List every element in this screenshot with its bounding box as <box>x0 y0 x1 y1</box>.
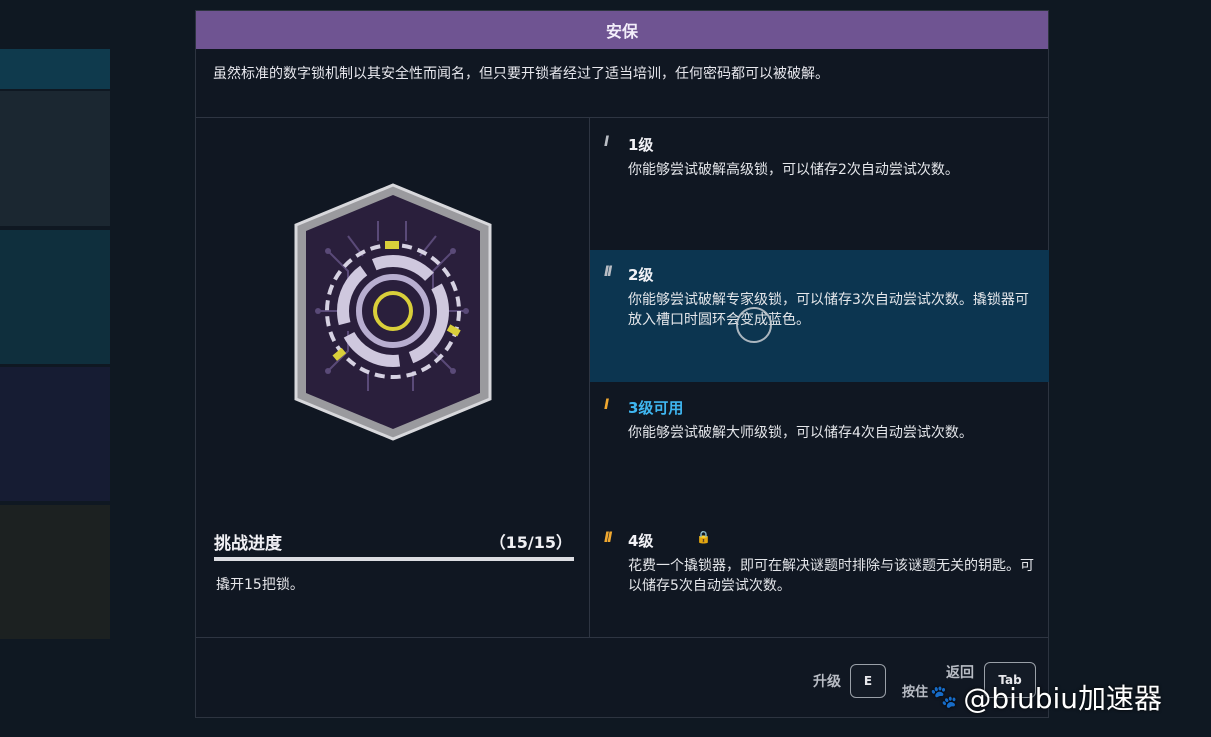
challenge-progress-title: 挑战进度 <box>214 534 282 554</box>
tier-title: 3级可用 <box>628 399 684 417</box>
side-tile-4[interactable] <box>0 367 110 501</box>
tier-list: I 1级 你能够尝试破解高级锁，可以储存2次自动尝试次数。 II 2级 你能够尝… <box>590 118 1049 637</box>
watermark: 🐾 @biubiu加速器 <box>930 677 1162 717</box>
upgrade-label: 升级 <box>813 674 841 690</box>
paw-icon: 🐾 <box>930 684 958 710</box>
tier-title: 4级 <box>628 532 654 550</box>
side-tile-3[interactable] <box>0 230 110 364</box>
tier-rank-icon: I <box>604 397 609 413</box>
tier-1[interactable]: I 1级 你能够尝试破解高级锁，可以储存2次自动尝试次数。 <box>590 118 1049 249</box>
lockpick-badge-icon <box>288 181 498 447</box>
challenge-progress-description: 撬开15把锁。 <box>216 577 304 593</box>
hold-label: 按住 <box>902 685 929 700</box>
tier-description: 你能够尝试破解大师级锁，可以储存4次自动尝试次数。 <box>628 425 973 441</box>
lock-icon: 🔒 <box>696 530 711 544</box>
tier-3[interactable]: I 3级可用 你能够尝试破解大师级锁，可以储存4次自动尝试次数。 <box>590 383 1049 515</box>
tier-4[interactable]: II 4级 🔒 花费一个撬锁器，即可在解决谜题时排除与该谜题无关的钥匙。可以储存… <box>590 516 1049 637</box>
divider <box>196 637 1048 638</box>
tier-title: 1级 <box>628 136 654 154</box>
watermark-text: @biubiu加速器 <box>963 682 1163 715</box>
challenge-progress-count: （15/15） <box>489 533 572 552</box>
tier-description: 你能够尝试破解专家级锁，可以储存3次自动尝试次数。撬锁器可放入槽口时圆环会变成蓝… <box>628 292 1029 328</box>
cursor-ring <box>736 307 772 343</box>
tier-description: 花费一个撬锁器，即可在解决谜题时排除与该谜题无关的钥匙。可以储存5次自动尝试次数… <box>628 558 1034 594</box>
skill-description: 虽然标准的数字锁机制以其安全性而闻名，但只要开锁者经过了适当培训，任何密码都可以… <box>213 66 829 82</box>
upgrade-key-button[interactable]: E <box>850 664 886 698</box>
tier-rank-icon: II <box>604 264 613 280</box>
tier-title: 2级 <box>628 266 654 284</box>
side-tile-1[interactable] <box>0 49 110 89</box>
challenge-progress-fill <box>214 557 574 561</box>
side-tile-2[interactable] <box>0 91 110 226</box>
panel-title: 安保 <box>196 11 1048 49</box>
skill-panel: 安保 虽然标准的数字锁机制以其安全性而闻名，但只要开锁者经过了适当培训，任何密码… <box>195 10 1049 718</box>
tier-description: 你能够尝试破解高级锁，可以储存2次自动尝试次数。 <box>628 162 959 178</box>
side-tile-5[interactable] <box>0 505 110 639</box>
tier-rank-icon: II <box>604 530 613 546</box>
tier-2[interactable]: II 2级 你能够尝试破解专家级锁，可以储存3次自动尝试次数。撬锁器可放入槽口时… <box>590 250 1049 382</box>
tier-rank-icon: I <box>604 134 609 150</box>
challenge-progress-bar <box>214 557 574 561</box>
